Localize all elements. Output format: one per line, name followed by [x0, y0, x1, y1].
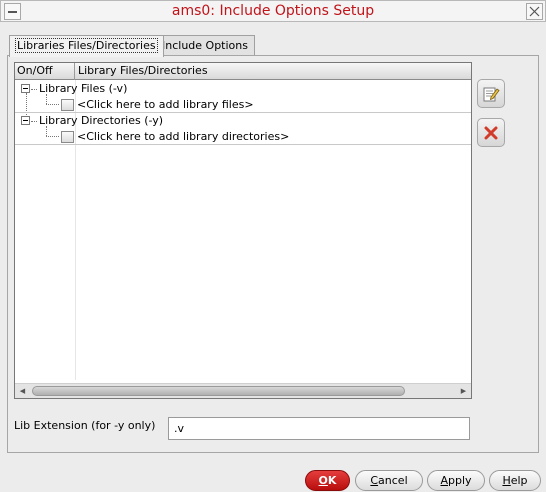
tab-panel: On/Off Library Files/Directories Library… [7, 55, 539, 453]
scroll-right-icon[interactable]: ▶ [456, 384, 471, 398]
tab-libraries-files-directories[interactable]: Libraries Files/Directories [9, 35, 164, 57]
column-header-onoff[interactable]: On/Off [15, 63, 75, 80]
tree-header: On/Off Library Files/Directories [15, 63, 471, 80]
cancel-label-mnemonic: C [370, 474, 379, 487]
ok-button[interactable]: OK [305, 470, 350, 491]
collapse-icon[interactable] [21, 84, 30, 93]
apply-label-suffix: pply [448, 474, 472, 487]
ok-label-suffix: K [327, 474, 337, 487]
onoff-checkbox[interactable] [61, 131, 74, 143]
group-label: Library Directories (-y) [39, 114, 164, 127]
tree-connector [31, 89, 37, 90]
collapse-icon[interactable] [21, 116, 30, 125]
scroll-left-icon[interactable]: ◀ [15, 384, 30, 398]
group-label: Library Files (-v) [39, 82, 128, 95]
horizontal-scrollbar[interactable]: ◀ ▶ [15, 383, 471, 398]
edit-icon [483, 87, 500, 101]
delete-button[interactable] [477, 118, 505, 147]
help-label-mnemonic: H [502, 474, 511, 487]
ok-label-mnemonic: O [318, 474, 328, 487]
tree-child-add-directories[interactable]: <Click here to add library directories> [15, 129, 471, 145]
tree-connector [46, 136, 59, 137]
close-button[interactable] [526, 3, 543, 20]
title-bar: ams0: Include Options Setup [0, 0, 546, 22]
close-icon [529, 6, 540, 17]
library-tree[interactable]: On/Off Library Files/Directories Library… [14, 62, 472, 399]
lib-extension-label: Lib Extension (for -y only) [14, 419, 156, 432]
help-label-suffix: elp [510, 474, 528, 487]
tab-include-options[interactable]: Include Options [155, 35, 255, 56]
tree-connector [31, 121, 37, 122]
scroll-thumb[interactable] [32, 386, 405, 396]
lib-extension-input[interactable]: .v [168, 417, 470, 440]
tree-group-library-files[interactable]: Library Files (-v) [15, 81, 471, 97]
column-header-library[interactable]: Library Files/Directories [76, 63, 208, 80]
tree-connector [46, 104, 59, 105]
edit-button[interactable] [477, 79, 505, 108]
window-title: ams0: Include Options Setup [171, 3, 375, 19]
delete-x-icon [484, 126, 498, 139]
tree-group-library-directories[interactable]: Library Directories (-y) [15, 113, 471, 129]
apply-label-mnemonic: A [440, 474, 448, 487]
help-button[interactable]: Help [489, 470, 541, 491]
add-library-directories-item[interactable]: <Click here to add library directories> [77, 129, 289, 145]
add-library-files-item[interactable]: <Click here to add library files> [77, 97, 254, 113]
apply-button[interactable]: Apply [427, 470, 485, 491]
cancel-button[interactable]: Cancel [355, 470, 423, 491]
cancel-label-suffix: ancel [378, 474, 408, 487]
onoff-checkbox[interactable] [61, 99, 74, 111]
tab-label: Libraries Files/Directories [15, 38, 158, 53]
tree-child-add-files[interactable]: <Click here to add library files> [15, 97, 471, 113]
tab-label: Include Options [162, 39, 248, 52]
